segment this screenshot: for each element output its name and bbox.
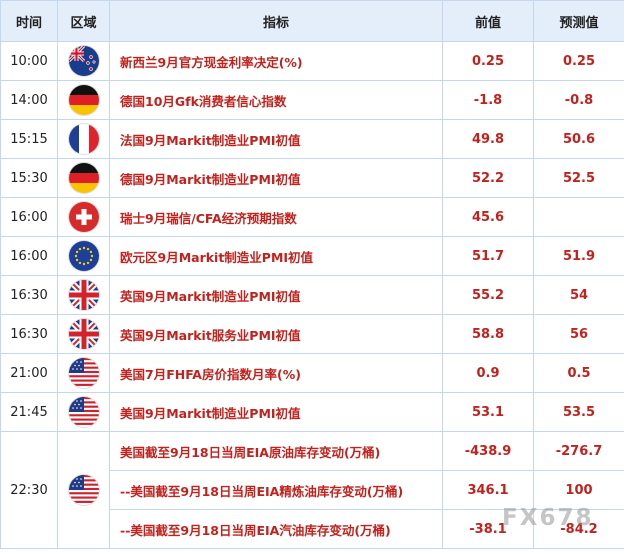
- table-row: 14:00 德国10月Gfk消费者信心指数 -1.8 -0.8: [0, 80, 624, 120]
- watermark: FX678: [502, 505, 594, 531]
- row-time: 21:00: [0, 353, 58, 393]
- row-time: 15:30: [0, 158, 58, 198]
- row-previous: 55.2: [442, 275, 534, 315]
- row-region: [57, 275, 110, 315]
- row-time: 16:30: [0, 275, 58, 315]
- table-row: 16:30 英国9月Markit制造业PMI初值 55.2 54: [0, 275, 624, 315]
- row-indicator: 德国9月Markit制造业PMI初值: [109, 158, 443, 198]
- row-indicator: 法国9月Markit制造业PMI初值: [109, 119, 443, 159]
- new-zealand-flag-icon: [68, 46, 99, 76]
- row-indicator: 瑞士9月瑞信/CFA经济预期指数: [109, 197, 443, 237]
- usa-flag-icon: [68, 358, 99, 388]
- row-forecast: -0.8: [533, 80, 624, 120]
- row-previous: 51.7: [442, 236, 534, 276]
- row-forecast: 54: [533, 275, 624, 315]
- row-time: 16:30: [0, 314, 58, 354]
- row-forecast: 52.5: [533, 158, 624, 198]
- row-indicator: --美国截至9月18日当周EIA汽油库存变动(万桶): [109, 509, 443, 549]
- row-indicator: 美国截至9月18日当周EIA原油库存变动(万桶): [109, 431, 443, 471]
- economic-calendar-table: 时间 区域 指标 前值 预测值 10:00 新西兰9月官方现金利率决定(%) 0.2…: [0, 0, 624, 549]
- row-indicator: 美国9月Markit制造业PMI初值: [109, 392, 443, 432]
- row-previous: 45.6: [442, 197, 534, 237]
- table-row: 16:00 瑞士9月瑞信/CFA经济预期指数 45.6: [0, 197, 624, 237]
- row-region: [57, 158, 110, 198]
- row-region: [57, 431, 110, 549]
- row-time: 16:00: [0, 197, 58, 237]
- table-row: 15:15 法国9月Markit制造业PMI初值 49.8 50.6: [0, 119, 624, 159]
- row-previous: 58.8: [442, 314, 534, 354]
- header-indicator: 指标: [109, 0, 443, 42]
- row-forecast: 0.25: [533, 41, 624, 81]
- row-forecast: 100: [533, 470, 624, 510]
- row-indicator: 德国10月Gfk消费者信心指数: [109, 80, 443, 120]
- row-time: 10:00: [0, 41, 58, 81]
- row-region: [57, 197, 110, 237]
- row-forecast: 0.5: [533, 353, 624, 393]
- usa-flag-icon: [68, 397, 99, 427]
- row-indicator: --美国截至9月18日当周EIA精炼油库存变动(万桶): [109, 470, 443, 510]
- row-region: [57, 353, 110, 393]
- row-previous: 53.1: [442, 392, 534, 432]
- row-indicator: 新西兰9月官方现金利率决定(%): [109, 41, 443, 81]
- row-previous: 0.25: [442, 41, 534, 81]
- table-row: 16:30 英国9月Markit服务业PMI初值 58.8 56: [0, 314, 624, 354]
- row-indicator: 英国9月Markit服务业PMI初值: [109, 314, 443, 354]
- row-forecast: 56: [533, 314, 624, 354]
- switzerland-flag-icon: [68, 202, 99, 232]
- row-previous: 0.9: [442, 353, 534, 393]
- uk-flag-icon: [68, 280, 99, 310]
- row-previous: 52.2: [442, 158, 534, 198]
- uk-flag-icon: [68, 319, 99, 349]
- row-previous: 49.8: [442, 119, 534, 159]
- row-region: [57, 392, 110, 432]
- row-region: [57, 236, 110, 276]
- row-previous: 346.1: [442, 470, 534, 510]
- header-previous: 前值: [442, 0, 534, 42]
- table-header-row: 时间 区域 指标 前值 预测值: [0, 0, 624, 42]
- row-forecast: 53.5: [533, 392, 624, 432]
- row-indicator: 英国9月Markit制造业PMI初值: [109, 275, 443, 315]
- france-flag-icon: [68, 124, 99, 154]
- row-region: [57, 314, 110, 354]
- header-region: 区域: [57, 0, 110, 42]
- row-indicator: 美国7月FHFA房价指数月率(%): [109, 353, 443, 393]
- row-time: 16:00: [0, 236, 58, 276]
- row-region: [57, 119, 110, 159]
- row-forecast: 51.9: [533, 236, 624, 276]
- row-forecast: 50.6: [533, 119, 624, 159]
- table-row: 15:30 德国9月Markit制造业PMI初值 52.2 52.5: [0, 158, 624, 198]
- header-time: 时间: [0, 0, 58, 42]
- row-previous: -1.8: [442, 80, 534, 120]
- table-row: 22:30 美国截至9月18日当周EIA原油库存变动(万桶) -438.9 -276.…: [0, 431, 624, 549]
- row-forecast: -276.7: [533, 431, 624, 471]
- row-region: [57, 41, 110, 81]
- row-time: 22:30: [0, 431, 58, 549]
- row-time: 15:15: [0, 119, 58, 159]
- usa-flag-icon: [68, 475, 99, 505]
- table-row: 10:00 新西兰9月官方现金利率决定(%) 0.25 0.25: [0, 41, 624, 81]
- table-row: 16:00 欧元区9月Markit制造业PMI初值 51.7 51.9: [0, 236, 624, 276]
- row-region: [57, 80, 110, 120]
- table-row: 21:00 美国7月FHFA房价指数月率(%) 0.9 0.5: [0, 353, 624, 393]
- germany-flag-icon: [68, 163, 99, 193]
- row-previous: -438.9: [442, 431, 534, 471]
- row-time: 14:00: [0, 80, 58, 120]
- table-row: 21:45 美国9月Markit制造业PMI初值 53.1 53.5: [0, 392, 624, 432]
- eurozone-flag-icon: [68, 241, 99, 271]
- header-forecast: 预测值: [533, 0, 624, 42]
- germany-flag-icon: [68, 85, 99, 115]
- row-time: 21:45: [0, 392, 58, 432]
- row-indicator: 欧元区9月Markit制造业PMI初值: [109, 236, 443, 276]
- row-forecast: [533, 197, 624, 237]
